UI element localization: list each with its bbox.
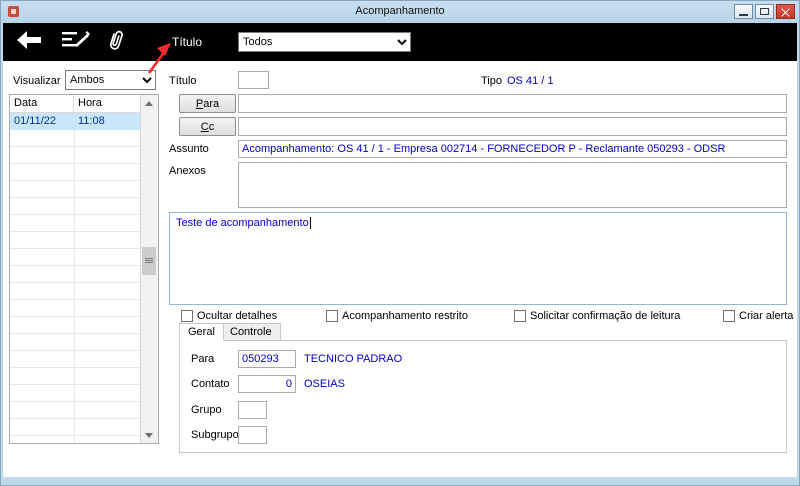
checkbox-icon	[514, 310, 526, 322]
minimize-button[interactable]	[734, 4, 753, 19]
checkbox-acompanhamento-restrito[interactable]: Acompanhamento restrito	[326, 309, 468, 323]
geral-para-label: Para	[191, 353, 215, 365]
compose-button[interactable]	[61, 29, 91, 54]
tab-controle[interactable]: Controle	[221, 323, 281, 341]
contato-input[interactable]	[238, 375, 296, 393]
column-divider	[74, 113, 75, 443]
minimize-icon	[739, 14, 748, 16]
scrollbar-down-button[interactable]	[141, 427, 157, 443]
compose-list-icon	[61, 31, 91, 54]
history-list: Data Hora 01/11/22 11:08	[9, 94, 159, 444]
history-rows: 01/11/22 11:08	[10, 113, 141, 443]
titlebar: Acompanhamento	[1, 1, 799, 23]
grupo-label: Grupo	[191, 404, 222, 416]
window-title: Acompanhamento	[355, 5, 445, 17]
anexos-label: Anexos	[169, 165, 206, 177]
arrow-down-icon	[145, 432, 153, 438]
attachment-button[interactable]	[105, 29, 127, 57]
checkbox-label: Ocultar detalhes	[197, 310, 278, 322]
visualizar-label: Visualizar	[13, 75, 61, 87]
column-header-data[interactable]: Data	[10, 95, 74, 113]
checkbox-icon	[723, 310, 735, 322]
row-data-cell: 01/11/22	[14, 115, 57, 127]
cc-button[interactable]: Cc	[179, 117, 236, 136]
maximize-icon	[760, 8, 769, 15]
checkbox-icon	[326, 310, 338, 322]
history-row-selected[interactable]: 01/11/22 11:08	[10, 113, 141, 130]
grupo-input[interactable]	[238, 401, 267, 419]
visualizar-select[interactable]: Ambos	[65, 70, 156, 90]
arrow-up-icon	[145, 100, 153, 106]
checkbox-icon	[181, 310, 193, 322]
checkbox-criar-alerta[interactable]: Criar alerta	[723, 309, 793, 323]
checkbox-label: Solicitar confirmação de leitura	[530, 310, 681, 322]
toolbar-titulo-label: Título	[172, 35, 203, 49]
assunto-input[interactable]	[238, 140, 787, 158]
scrollbar-thumb[interactable]	[142, 247, 156, 275]
text-cursor	[309, 217, 311, 229]
message-body-text: Teste de acompanhamento	[176, 217, 309, 229]
app-window: Acompanhamento Título Todos Visualizar A…	[0, 0, 800, 486]
cc-input[interactable]	[238, 117, 787, 136]
contato-label: Contato	[191, 378, 230, 390]
checkbox-ocultar-detalhes[interactable]: Ocultar detalhes	[181, 309, 277, 323]
paperclip-icon	[105, 30, 127, 57]
titulo-filter-select[interactable]: Todos	[238, 32, 411, 52]
subgrupo-input[interactable]	[238, 426, 267, 444]
subgrupo-label: Subgrupo	[191, 429, 239, 441]
geral-para-name: TECNICO PADRAO	[304, 353, 403, 365]
scrollbar-up-button[interactable]	[141, 95, 157, 111]
para-button[interactable]: Para	[179, 94, 236, 113]
tab-geral[interactable]: Geral	[179, 323, 224, 341]
list-scrollbar[interactable]	[140, 95, 158, 443]
checkbox-label: Acompanhamento restrito	[342, 310, 468, 322]
back-icon	[15, 31, 43, 54]
contato-name: OSEIAS	[304, 378, 345, 390]
thumb-grip-icon	[145, 258, 153, 263]
back-button[interactable]	[15, 29, 43, 54]
checkbox-confirmacao-leitura[interactable]: Solicitar confirmação de leitura	[514, 309, 680, 323]
close-button[interactable]	[776, 4, 795, 19]
tipo-label: Tipo	[481, 75, 502, 87]
anexos-box[interactable]	[238, 162, 787, 208]
column-header-hora[interactable]: Hora	[74, 95, 141, 113]
maximize-button[interactable]	[755, 4, 774, 19]
tipo-value: OS 41 / 1	[507, 75, 554, 87]
close-icon	[781, 8, 790, 17]
content-area: Visualizar Ambos Data Hora 01/11/22 11:0…	[3, 61, 797, 477]
message-body[interactable]: Teste de acompanhamento	[169, 212, 787, 305]
para-input[interactable]	[238, 94, 787, 113]
assunto-label: Assunto	[169, 143, 209, 155]
window-controls	[734, 4, 795, 19]
window-bottom-frame	[1, 477, 799, 485]
row-hora-cell: 11:08	[78, 115, 105, 127]
titulo-label: Título	[169, 75, 197, 87]
history-list-header: Data Hora	[10, 95, 141, 113]
titulo-input[interactable]	[238, 71, 269, 89]
geral-para-input[interactable]	[238, 350, 296, 368]
toolbar: Título Todos	[3, 23, 797, 61]
checkbox-label: Criar alerta	[739, 310, 794, 322]
